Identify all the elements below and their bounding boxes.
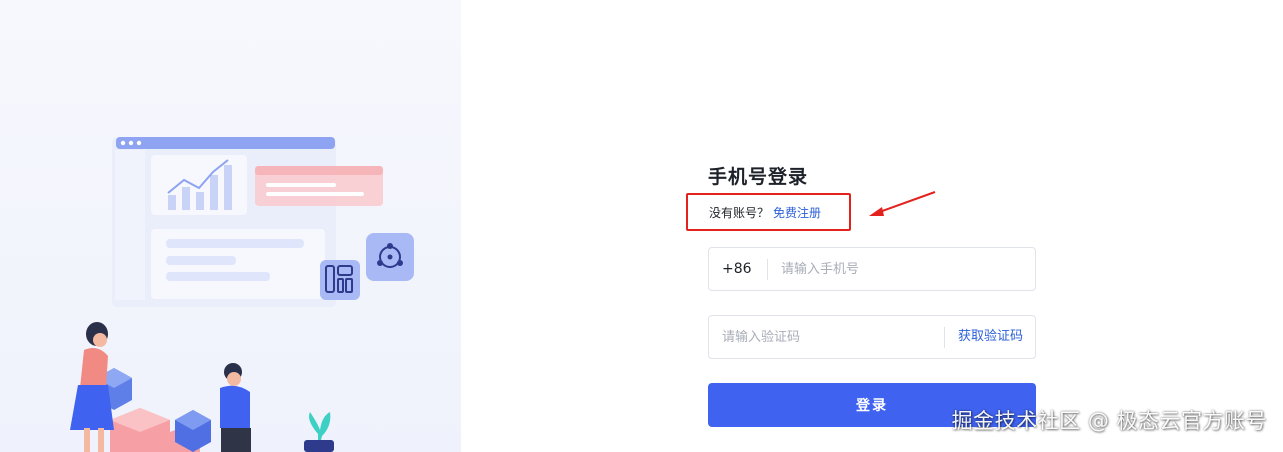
phone-input[interactable] bbox=[781, 248, 1021, 290]
verification-code-input[interactable] bbox=[722, 316, 942, 358]
illustration-panel bbox=[0, 0, 461, 452]
phone-field: +86 bbox=[708, 247, 1036, 291]
chart-icon bbox=[151, 155, 247, 215]
code-divider bbox=[944, 327, 945, 348]
prefix-divider bbox=[767, 259, 768, 280]
verification-code-field: 获取验证码 bbox=[708, 315, 1036, 359]
annotation-arrow-icon bbox=[869, 191, 936, 216]
get-code-button[interactable]: 获取验证码 bbox=[958, 316, 1023, 358]
watermark: 掘金技术社区 @ 极态云官方账号 bbox=[951, 409, 1267, 433]
network-icon bbox=[366, 233, 414, 281]
annotation-highlight-box bbox=[686, 193, 851, 231]
login-illustration bbox=[70, 137, 414, 452]
country-code-prefix[interactable]: +86 bbox=[722, 248, 752, 290]
layout-icon bbox=[320, 260, 360, 300]
login-title: 手机号登录 bbox=[708, 166, 809, 188]
